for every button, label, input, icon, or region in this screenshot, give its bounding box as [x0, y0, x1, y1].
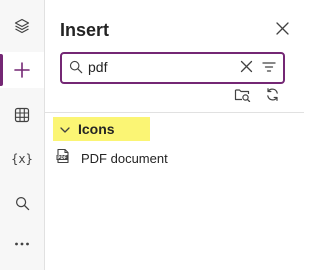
- plus-icon: [13, 61, 31, 79]
- search-icon: [15, 196, 30, 211]
- refresh-icon: [265, 87, 280, 107]
- layers-icon: [14, 18, 30, 34]
- pdf-icon: PDF: [55, 148, 71, 169]
- clear-search-icon[interactable]: [240, 60, 253, 78]
- variables-button[interactable]: {x}: [0, 141, 44, 177]
- divider: [45, 112, 304, 113]
- svg-text:PDF: PDF: [57, 155, 67, 160]
- more-button[interactable]: [0, 226, 44, 262]
- close-icon: [275, 22, 289, 40]
- insert-panel: Insert Icons: [45, 0, 304, 270]
- group-header-icons[interactable]: Icons: [53, 117, 150, 141]
- more-icon: [14, 241, 30, 247]
- table-icon: [14, 107, 30, 123]
- list-item-label: PDF document: [81, 150, 168, 166]
- search-rail-button[interactable]: [0, 185, 44, 221]
- tree-view-button[interactable]: [0, 8, 44, 44]
- insert-button[interactable]: [0, 52, 44, 88]
- folder-search-icon: [234, 87, 251, 107]
- search-input[interactable]: [88, 56, 218, 78]
- panel-title: Insert: [60, 20, 110, 40]
- data-button[interactable]: [0, 97, 44, 133]
- variables-icon: {x}: [11, 152, 33, 166]
- browse-folder-button[interactable]: [233, 88, 251, 106]
- refresh-button[interactable]: [263, 88, 281, 106]
- left-rail: {x}: [0, 0, 45, 270]
- list-item-pdf-document[interactable]: PDF PDF document: [55, 146, 275, 170]
- chevron-down-icon: [60, 120, 70, 138]
- group-label: Icons: [78, 121, 115, 137]
- search-icon: [69, 60, 83, 79]
- close-button[interactable]: [274, 22, 290, 40]
- search-box: [60, 52, 285, 84]
- filter-icon[interactable]: [262, 60, 276, 78]
